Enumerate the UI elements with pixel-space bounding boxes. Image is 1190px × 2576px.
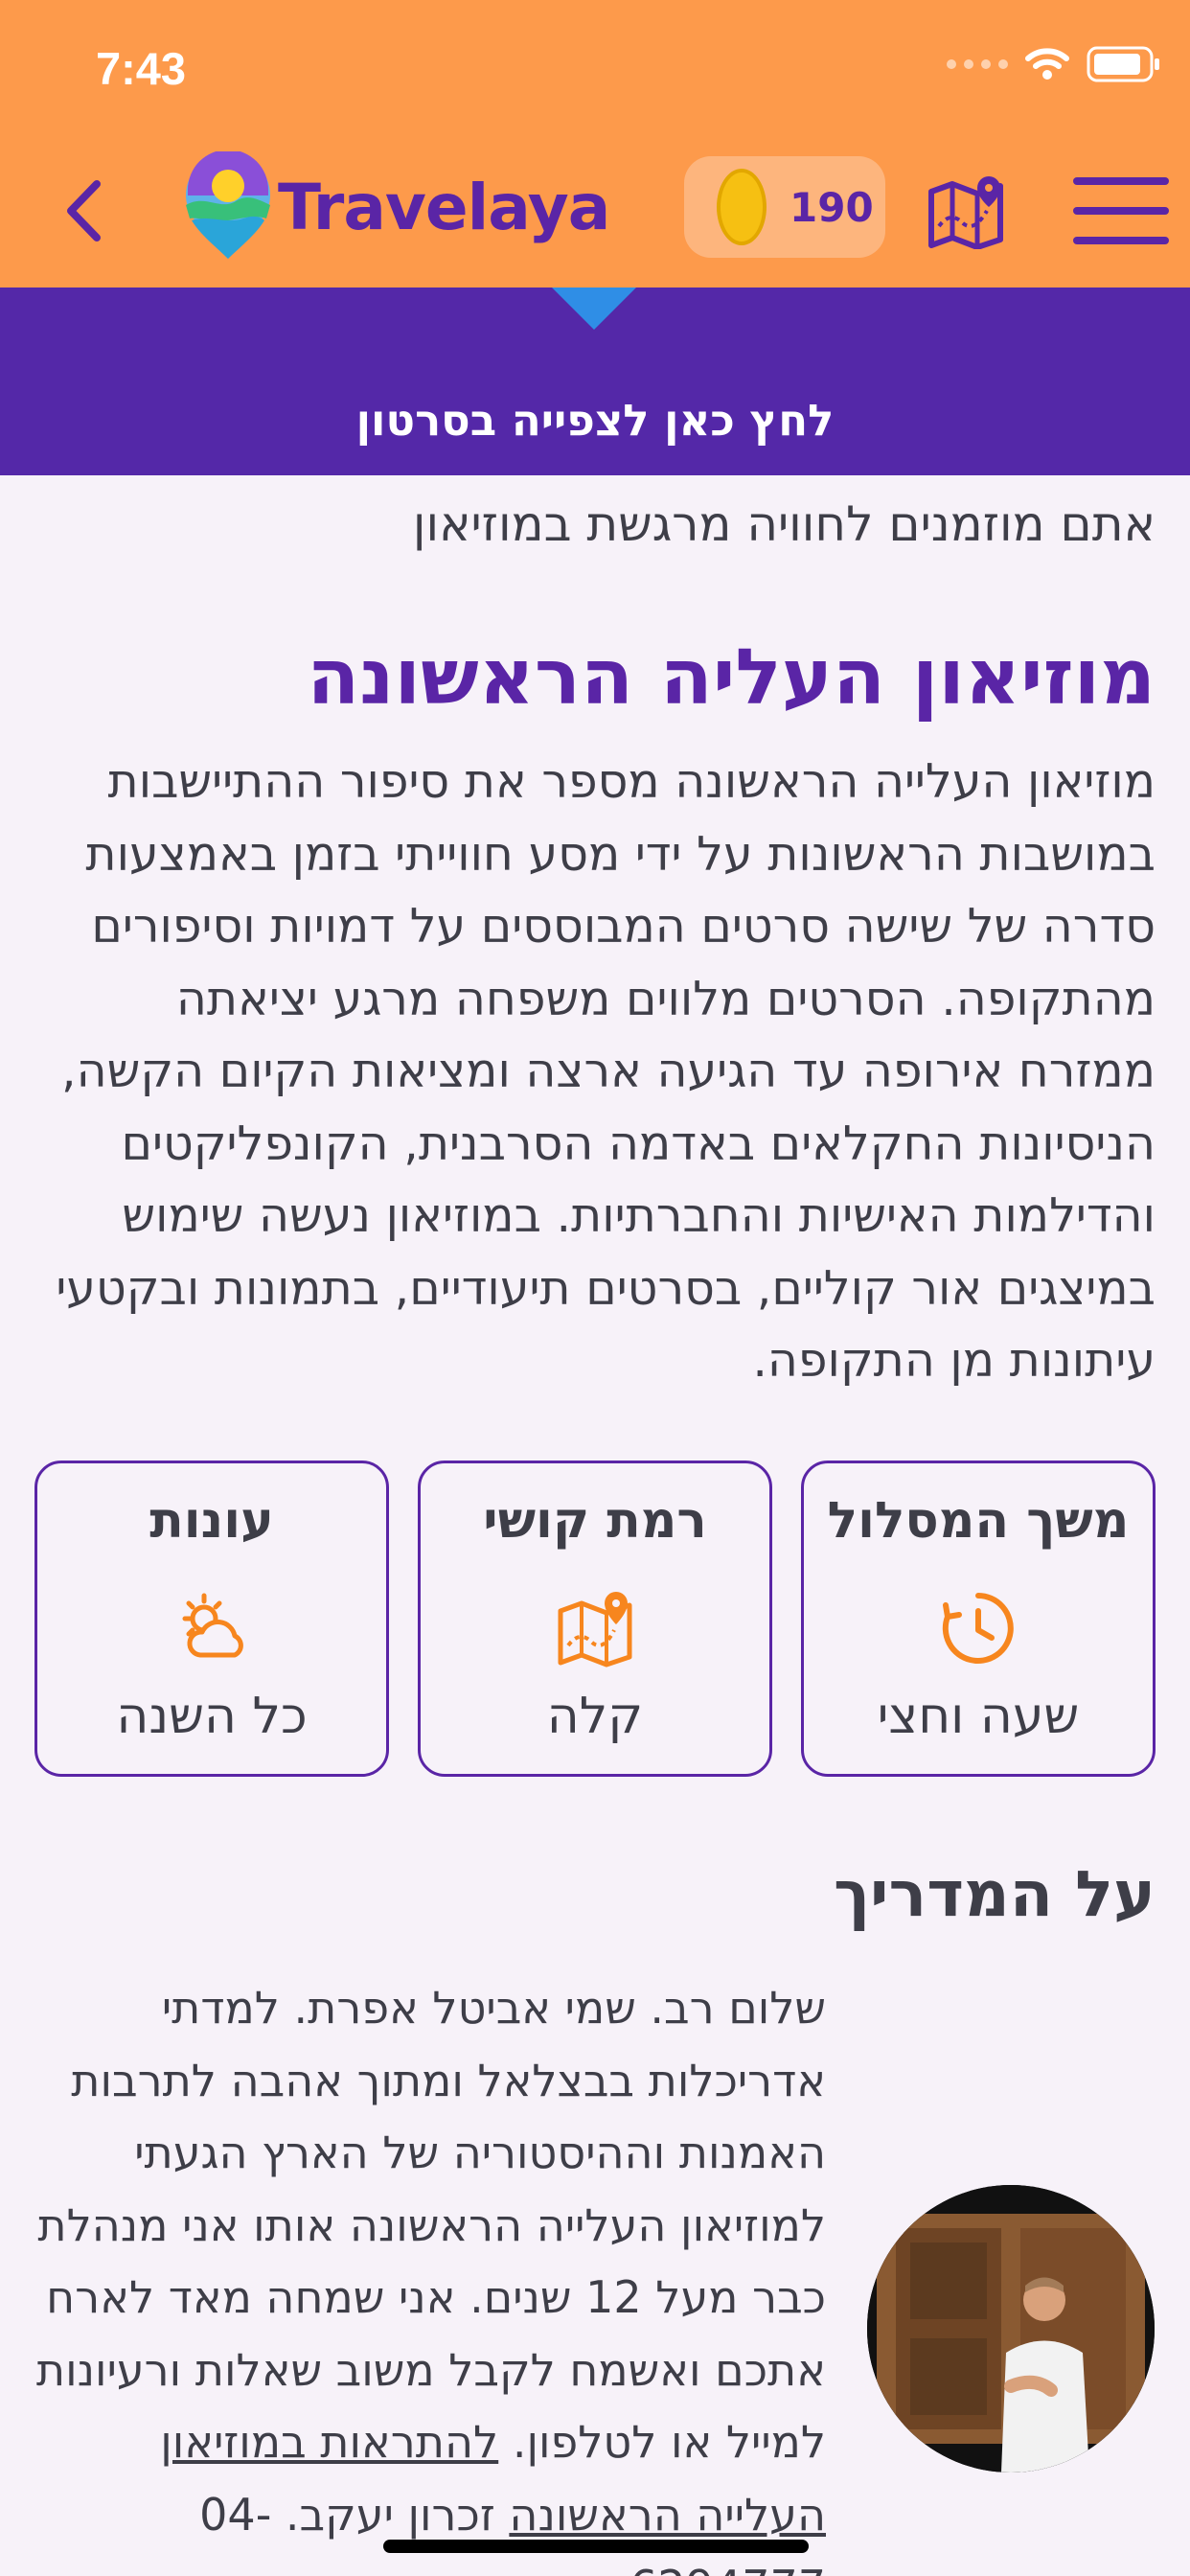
tour-info-cards: משך המסלול שעה וחצי רמת קושי קלה עונות כ… <box>34 1460 1156 1777</box>
map-pin-icon <box>558 1592 632 1668</box>
card-value: כל השנה <box>116 1688 308 1745</box>
menu-line-icon <box>1073 177 1169 185</box>
guide-bio-text: שלום רב. שמי אביטל אפרת. למדתי אדריכלות … <box>35 1982 826 2468</box>
clock-icon <box>942 1593 1014 1664</box>
status-time: 7:43 <box>96 43 187 94</box>
duration-card: משך המסלול שעה וחצי <box>801 1460 1156 1777</box>
home-indicator[interactable] <box>383 2540 809 2553</box>
map-icon <box>928 176 1003 250</box>
status-icons <box>947 46 1161 82</box>
menu-line-icon <box>1073 207 1169 215</box>
nav-bar: Travelaya 190 <box>0 144 1190 278</box>
app-header: 7:43 Travelaya 190 <box>0 0 1190 288</box>
tour-title: מוזיאון העליה הראשונה <box>307 632 1156 722</box>
guide-bio: שלום רב. שמי אביטל אפרת. למדתי אדריכלות … <box>31 1972 826 2576</box>
back-button[interactable] <box>50 177 117 244</box>
card-title: רמת קושי <box>483 1492 707 1550</box>
video-link[interactable]: לחץ כאן לצפייה בסרטון <box>0 395 1190 446</box>
signal-icon <box>947 59 1008 69</box>
app-logo: Travelaya <box>182 151 610 263</box>
coin-count: 190 <box>790 183 874 231</box>
menu-line-icon <box>1073 237 1169 244</box>
app-name: Travelaya <box>278 170 610 244</box>
coin-balance[interactable]: 190 <box>684 156 885 258</box>
map-button[interactable] <box>927 172 1004 250</box>
card-value: קלה <box>546 1688 644 1745</box>
guide-heading: על המדריך <box>833 1857 1156 1931</box>
pointer-triangle-icon <box>552 288 636 330</box>
chevron-left-icon <box>67 180 101 242</box>
location-pin-logo-icon <box>186 151 270 259</box>
card-value: שעה וחצי <box>877 1688 1080 1745</box>
card-title: עונות <box>149 1492 274 1550</box>
coin-icon <box>717 169 767 245</box>
tour-subtitle: אתם מוזמנים לחוויה מרגשת במוזיאון <box>412 496 1156 552</box>
guide-avatar <box>867 2185 1155 2472</box>
tour-description: מוזיאון העלייה הראשונה מספר את סיפור ההת… <box>56 754 1156 1388</box>
wifi-icon <box>1025 48 1069 80</box>
difficulty-card: רמת קושי קלה <box>418 1460 772 1777</box>
card-title: משך המסלול <box>827 1492 1130 1550</box>
weather-icon <box>182 1593 243 1658</box>
battery-icon <box>1087 46 1159 82</box>
guide-photo-image <box>867 2185 1155 2472</box>
season-card: עונות כל השנה <box>34 1460 389 1777</box>
hamburger-menu-button[interactable] <box>1073 177 1169 244</box>
